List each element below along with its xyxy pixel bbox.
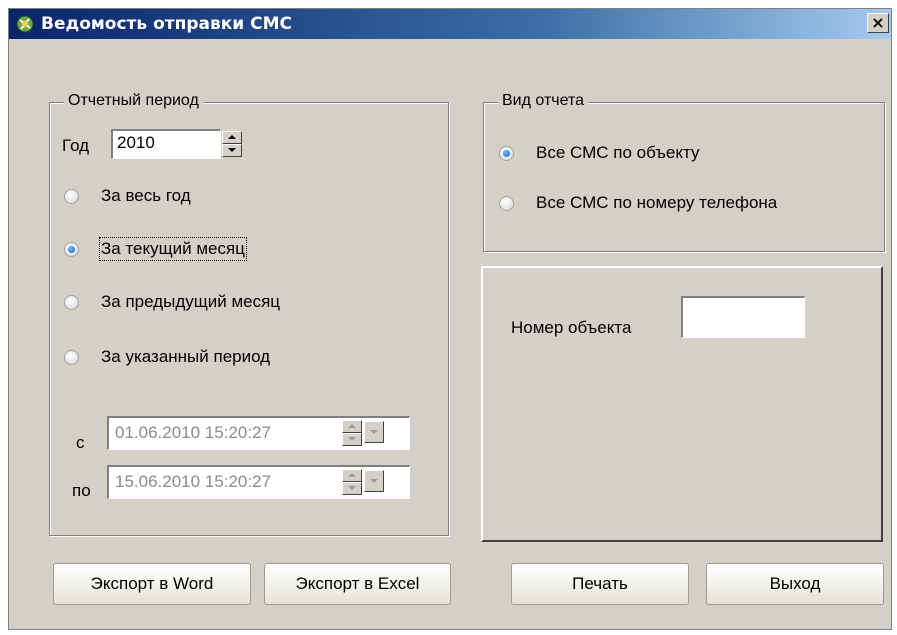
object-number-input[interactable]	[681, 296, 805, 338]
from-spinner	[342, 420, 362, 446]
radio-current-month[interactable]	[64, 242, 79, 257]
exit-button[interactable]: Выход	[706, 563, 884, 605]
title-bar[interactable]: Ведомость отправки СМС ×	[9, 9, 891, 39]
from-dropdown-button	[364, 421, 384, 443]
close-button[interactable]: ×	[867, 13, 889, 33]
radio-previous-month[interactable]	[64, 295, 79, 310]
radio-current-month-label[interactable]: За текущий месяц	[99, 237, 247, 261]
radio-by-phone[interactable]	[499, 196, 514, 211]
radio-custom-period[interactable]	[64, 350, 79, 365]
year-down-button[interactable]	[222, 144, 242, 157]
report-type-legend: Вид отчета	[498, 92, 589, 110]
radio-by-phone-label[interactable]: Все СМС по номеру телефона	[536, 193, 777, 213]
year-spinner[interactable]	[222, 131, 242, 157]
year-input[interactable]: 2010	[111, 129, 221, 159]
year-label: Год	[62, 136, 90, 155]
from-label: с	[76, 433, 85, 452]
radio-previous-month-label[interactable]: За предыдущий месяц	[101, 292, 280, 312]
to-dropdown-button	[364, 470, 384, 492]
radio-by-object-label[interactable]: Все СМС по объекту	[536, 143, 699, 163]
dialog-window: Ведомость отправки СМС × Отчетный период…	[8, 8, 892, 630]
radio-custom-period-label[interactable]: За указанный период	[101, 347, 270, 367]
print-button[interactable]: Печать	[511, 563, 689, 605]
object-number-label: Номер объекта	[511, 318, 632, 337]
period-legend: Отчетный период	[64, 92, 203, 110]
to-spinner	[342, 469, 362, 495]
app-icon	[16, 15, 34, 33]
radio-whole-year-label[interactable]: За весь год	[101, 186, 191, 206]
to-label: по	[72, 481, 91, 500]
report-type-groupbox: Вид отчета	[483, 92, 885, 252]
export-word-button[interactable]: Экспорт в Word	[53, 563, 251, 605]
radio-by-object[interactable]	[499, 146, 514, 161]
radio-whole-year[interactable]	[64, 189, 79, 204]
year-up-button[interactable]	[222, 131, 242, 144]
window-title: Ведомость отправки СМС	[41, 14, 292, 34]
export-excel-button[interactable]: Экспорт в Excel	[264, 563, 451, 605]
